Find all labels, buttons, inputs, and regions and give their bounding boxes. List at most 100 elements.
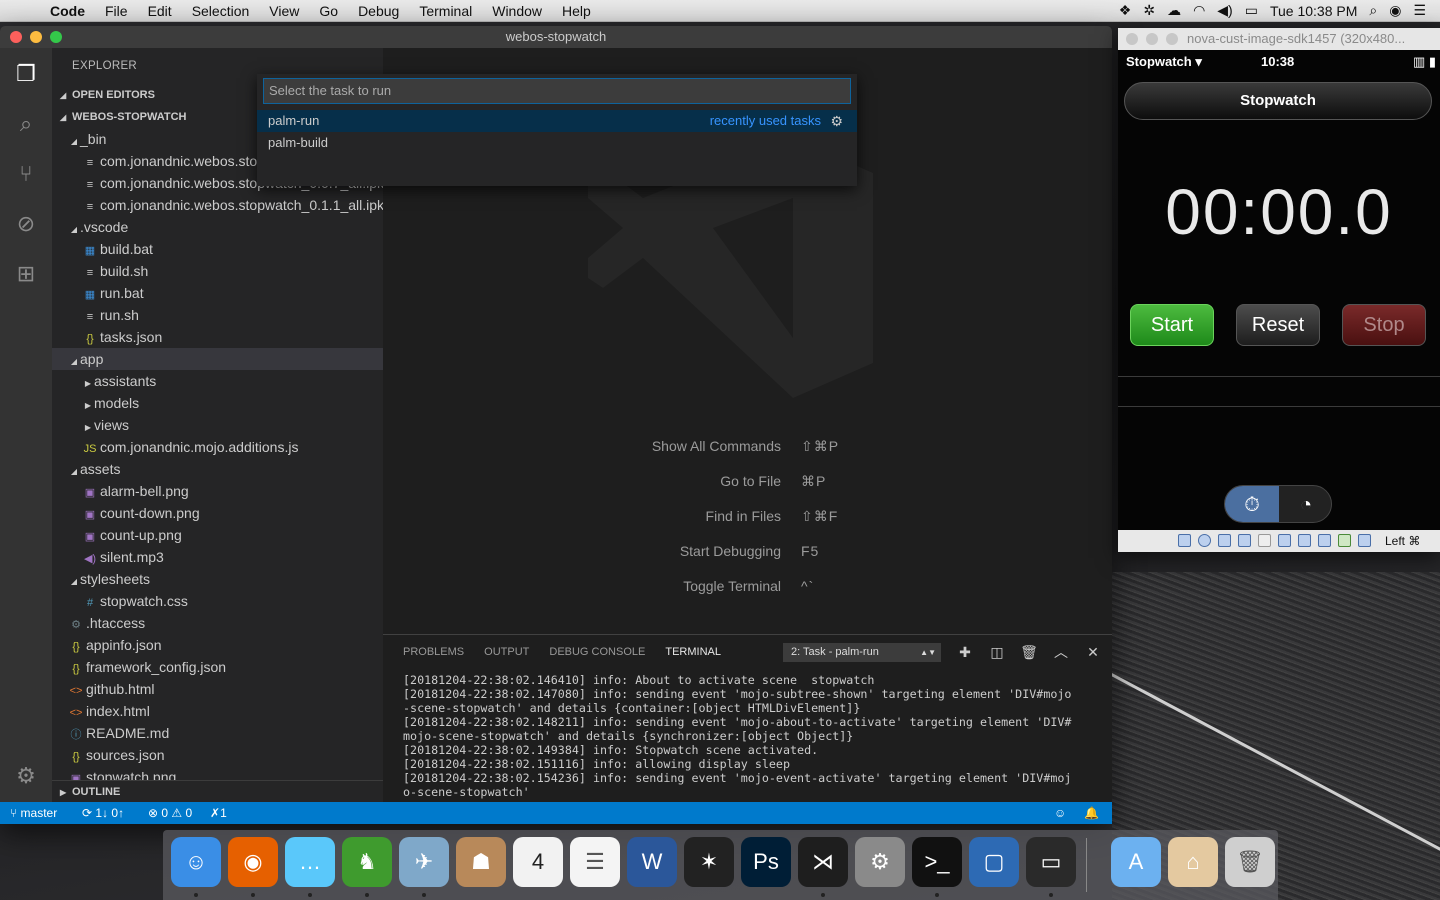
menu-file[interactable]: File <box>95 0 138 22</box>
menu-selection[interactable]: Selection <box>182 0 260 22</box>
contacts-icon[interactable]: ☗ <box>456 837 506 887</box>
virtualbox-icon[interactable]: ▢ <box>969 837 1019 887</box>
word-icon[interactable]: W <box>627 837 677 887</box>
tool-icon[interactable] <box>1278 534 1291 547</box>
battery-icon[interactable]: ▭ <box>1245 2 1258 19</box>
tool-icon[interactable] <box>1238 534 1251 547</box>
debug-icon[interactable]: ⊘ <box>12 210 40 238</box>
search-icon[interactable]: ⌕ <box>12 110 40 138</box>
tree-file[interactable]: ▣ alarm-bell.png <box>52 480 383 502</box>
menu-view[interactable]: View <box>259 0 309 22</box>
menu-edit[interactable]: Edit <box>138 0 182 22</box>
terminal-output[interactable]: [20181204-22:38:02.146410] info: About t… <box>403 673 1103 799</box>
tasks-status[interactable]: ✗1 <box>210 802 227 824</box>
menu-clock[interactable]: Tue 10:38 PM <box>1270 3 1357 19</box>
messages-icon[interactable]: … <box>285 837 335 887</box>
tree-folder[interactable]: ▶ views <box>52 414 383 436</box>
branch-status[interactable]: ⑂ master <box>10 802 57 824</box>
wifi-icon[interactable]: ◠ <box>1193 2 1205 19</box>
home-folder-icon[interactable]: ⌂ <box>1168 837 1218 887</box>
emulator-zoom-button[interactable] <box>1166 33 1178 45</box>
terminal-icon[interactable]: >_ <box>912 837 962 887</box>
trash-icon[interactable]: 🗑 <box>1225 837 1275 887</box>
tree-folder[interactable]: ▶ models <box>52 392 383 414</box>
emulator-minimize-button[interactable] <box>1146 33 1158 45</box>
tree-file[interactable]: ≡ com.jonandnic.webos.stopwatch_0.1.1_all… <box>52 194 384 216</box>
notification-center-icon[interactable]: ☰ <box>1413 2 1426 19</box>
quick-pick-item-palm-build[interactable]: palm-build <box>257 132 857 154</box>
close-panel-icon[interactable]: ✕ <box>1083 642 1103 662</box>
reset-button[interactable]: Reset <box>1236 304 1320 346</box>
menu-help[interactable]: Help <box>552 0 601 22</box>
tool-icon[interactable] <box>1218 534 1231 547</box>
problems-status[interactable]: ⊗ 0 ⚠ 0 <box>148 802 192 824</box>
tree-file[interactable]: {} tasks.json <box>52 326 383 348</box>
extensions-icon[interactable]: ⊞ <box>12 260 40 288</box>
terminal-selector[interactable]: 2: Task - palm-run ▲▼ <box>783 643 941 662</box>
tree-folder[interactable]: ◢ app <box>52 348 383 370</box>
tree-file[interactable]: # stopwatch.css <box>52 590 383 612</box>
tree-file[interactable]: <> github.html <box>52 678 383 700</box>
tool-icon[interactable] <box>1338 534 1351 547</box>
siri-icon[interactable]: ◉ <box>1389 2 1401 19</box>
preview-icon[interactable]: ✈ <box>399 837 449 887</box>
vscode-icon[interactable]: ⋊ <box>798 837 848 887</box>
tab-problems[interactable]: PROBLEMS <box>403 646 464 658</box>
quick-pick-input[interactable]: Select the task to run <box>263 78 851 104</box>
kill-terminal-trash-icon[interactable]: 🗑 <box>1019 642 1039 662</box>
system-preferences-icon[interactable]: ⚙ <box>855 837 905 887</box>
menu-debug[interactable]: Debug <box>348 0 409 22</box>
tree-folder[interactable]: ◢ assets <box>52 458 383 480</box>
start-button[interactable]: Start <box>1130 304 1214 346</box>
applications-folder-icon[interactable]: A <box>1111 837 1161 887</box>
sync-status[interactable]: ⟳ 1↓ 0↑ <box>82 802 124 824</box>
tree-file[interactable]: ▦ run.bat <box>52 282 383 304</box>
tree-folder[interactable]: ◢ .vscode <box>52 216 383 238</box>
feedback-smiley-icon[interactable]: ☺ <box>1054 802 1066 824</box>
configure-task-gear-icon[interactable]: ⚙ <box>830 110 843 132</box>
explorer-icon[interactable]: ❐ <box>12 60 40 88</box>
new-terminal-plus-icon[interactable]: ✚ <box>955 642 975 662</box>
tree-file[interactable]: ▣ count-up.png <box>52 524 383 546</box>
tool-icon[interactable] <box>1298 534 1311 547</box>
tool-icon[interactable] <box>1318 534 1331 547</box>
tool-icon[interactable] <box>1358 534 1371 547</box>
tree-file[interactable]: <> index.html <box>52 700 383 722</box>
emulator-icon[interactable]: ▭ <box>1026 837 1076 887</box>
tree-file[interactable]: ≡ run.sh <box>52 304 383 326</box>
tool-icon[interactable] <box>1258 534 1271 547</box>
tree-file[interactable]: JS com.jonandnic.mojo.additions.js <box>52 436 383 458</box>
tree-file[interactable]: {} appinfo.json <box>52 634 383 656</box>
tree-folder[interactable]: ◢ stylesheets <box>52 568 383 590</box>
tree-file[interactable]: ≡ build.sh <box>52 260 383 282</box>
tree-file[interactable]: ⚙ .htaccess <box>52 612 383 634</box>
emulator-close-button[interactable] <box>1126 33 1138 45</box>
tree-file[interactable]: ▦ build.bat <box>52 238 383 260</box>
tab-terminal[interactable]: TERMINAL <box>665 646 721 658</box>
photoshop-icon[interactable]: Ps <box>741 837 791 887</box>
menu-go[interactable]: Go <box>309 0 348 22</box>
tool-icon[interactable] <box>1178 534 1191 547</box>
maximize-panel-chevron-up-icon[interactable]: ︿ <box>1051 642 1071 662</box>
app-menu-label[interactable]: Stopwatch ▾ <box>1126 50 1202 74</box>
tab-output[interactable]: OUTPUT <box>484 646 529 658</box>
menu-terminal[interactable]: Terminal <box>409 0 482 22</box>
finder-icon[interactable]: ☺ <box>171 837 221 887</box>
adium-icon[interactable]: ♞ <box>342 837 392 887</box>
stop-button[interactable]: Stop <box>1342 304 1426 346</box>
spotlight-search-icon[interactable]: ⌕ <box>1369 2 1377 19</box>
tool-icon[interactable] <box>1198 534 1211 547</box>
window-minimize-button[interactable] <box>30 31 42 43</box>
tab-debug-console[interactable]: DEBUG CONSOLE <box>549 646 645 658</box>
volume-icon[interactable]: ◀) <box>1217 2 1232 19</box>
menu-window[interactable]: Window <box>482 0 552 22</box>
final-cut-icon[interactable]: ✶ <box>684 837 734 887</box>
tree-file[interactable]: ⓘ README.md <box>52 722 383 744</box>
manage-gear-icon[interactable]: ⚙ <box>12 762 40 790</box>
stopwatch-mode-icon[interactable]: ⏱ <box>1225 486 1279 522</box>
window-close-button[interactable] <box>10 31 22 43</box>
firefox-icon[interactable]: ◉ <box>228 837 278 887</box>
outline-section[interactable]: ▶ OUTLINE <box>52 780 383 802</box>
quick-pick-item-palm-run[interactable]: palm-run recently used tasks ⚙ <box>257 110 857 132</box>
tree-folder[interactable]: ▶ assistants <box>52 370 383 392</box>
